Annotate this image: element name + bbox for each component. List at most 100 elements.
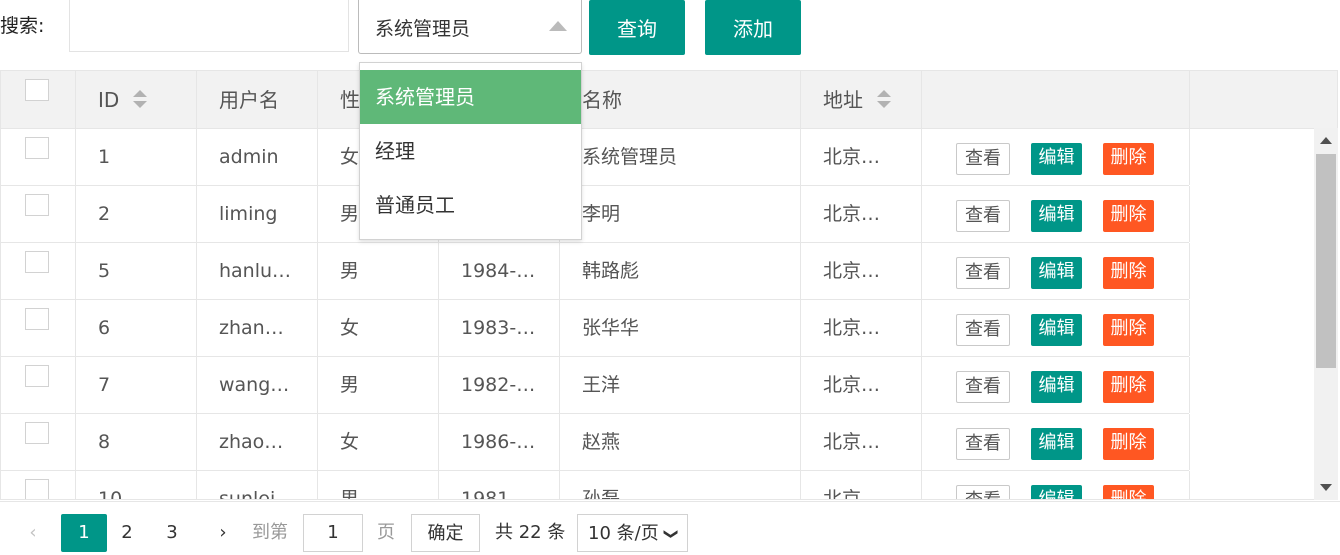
header-address[interactable]: 地址 xyxy=(801,71,922,128)
delete-button[interactable]: 删除 xyxy=(1103,257,1154,289)
cell-role: 孙磊 xyxy=(560,471,801,499)
row-checkbox[interactable] xyxy=(25,422,49,444)
header-username: 用户名 xyxy=(197,71,318,128)
view-button[interactable]: 查看 xyxy=(956,371,1010,403)
cell-id: 1 xyxy=(76,129,197,185)
view-button[interactable]: 查看 xyxy=(956,428,1010,460)
dropdown-option-admin[interactable]: 系统管理员 xyxy=(360,70,581,124)
role-dropdown-menu: 系统管理员 经理 普通员工 xyxy=(359,62,582,240)
view-button[interactable]: 查看 xyxy=(956,143,1010,175)
row-select-cell xyxy=(1,471,76,499)
cell-birth: 1984-… xyxy=(439,243,560,299)
role-select[interactable]: 系统管理员 xyxy=(358,0,582,54)
prev-page-icon[interactable]: ‹ xyxy=(18,514,48,552)
cell-username: liming xyxy=(197,186,318,242)
cell-address: 北京… xyxy=(801,243,922,299)
delete-button[interactable]: 删除 xyxy=(1103,428,1154,460)
cell-id: 6 xyxy=(76,300,197,356)
cell-role: 李明 xyxy=(560,186,801,242)
cell-username: admin xyxy=(197,129,318,185)
edit-button[interactable]: 编辑 xyxy=(1031,200,1082,232)
row-checkbox[interactable] xyxy=(25,137,49,159)
scroll-up-arrow-icon[interactable] xyxy=(1320,137,1332,144)
page-size-value: 10 条/页 xyxy=(588,523,659,544)
row-checkbox[interactable] xyxy=(25,479,49,499)
search-input[interactable] xyxy=(69,0,349,52)
cell-actions: 查看 编辑 删除 xyxy=(922,129,1190,185)
view-button[interactable]: 查看 xyxy=(956,200,1010,232)
scroll-down-arrow-icon[interactable] xyxy=(1320,484,1332,491)
row-checkbox[interactable] xyxy=(25,251,49,273)
cell-id: 10 xyxy=(76,471,197,499)
delete-button[interactable]: 删除 xyxy=(1103,200,1154,232)
page-1-button[interactable]: 1 xyxy=(61,514,107,552)
caret-up-icon xyxy=(549,21,567,31)
cell-birth: 1986-… xyxy=(439,414,560,470)
cell-actions: 查看 编辑 删除 xyxy=(922,186,1190,242)
header-actions xyxy=(922,71,1190,128)
header-spacer xyxy=(1190,71,1337,128)
cell-address: 北京… xyxy=(801,357,922,413)
cell-id: 8 xyxy=(76,414,197,470)
total-count: 共 22 条 xyxy=(495,522,566,543)
scroll-thumb[interactable] xyxy=(1316,154,1336,368)
cell-actions: 查看 编辑 删除 xyxy=(922,414,1190,470)
cell-actions: 查看 编辑 删除 xyxy=(922,357,1190,413)
header-id[interactable]: ID xyxy=(76,71,197,128)
edit-button[interactable]: 编辑 xyxy=(1031,314,1082,346)
table-header: ID 用户名 性 名称 地址 xyxy=(1,71,1337,129)
cell-username: wang… xyxy=(197,357,318,413)
cell-gender: 女 xyxy=(318,300,439,356)
view-button[interactable]: 查看 xyxy=(956,257,1010,289)
delete-button[interactable]: 删除 xyxy=(1103,143,1154,175)
view-button[interactable]: 查看 xyxy=(956,485,1010,499)
search-label: 搜索: xyxy=(0,15,45,37)
page-2-button[interactable]: 2 xyxy=(112,514,142,552)
cell-address: 北京… xyxy=(801,129,922,185)
view-button[interactable]: 查看 xyxy=(956,314,1010,346)
dropdown-option-employee[interactable]: 普通员工 xyxy=(360,178,581,232)
table-row: 6 zhan… 女 1983-… 张华华 北京… 查看 编辑 删除 xyxy=(1,300,1190,357)
cell-username: zhan… xyxy=(197,300,318,356)
row-checkbox[interactable] xyxy=(25,308,49,330)
dropdown-option-manager[interactable]: 经理 xyxy=(360,124,581,178)
sort-icon[interactable] xyxy=(133,89,148,110)
chevron-down-icon: ❯ xyxy=(663,528,680,540)
cell-gender: 男 xyxy=(318,471,439,499)
cell-address: 北京… xyxy=(801,414,922,470)
table-scrollbar[interactable] xyxy=(1314,128,1338,500)
row-checkbox[interactable] xyxy=(25,365,49,387)
cell-username: zhao… xyxy=(197,414,318,470)
cell-id: 5 xyxy=(76,243,197,299)
row-checkbox[interactable] xyxy=(25,194,49,216)
cell-actions: 查看 编辑 删除 xyxy=(922,471,1190,499)
sort-icon[interactable] xyxy=(877,89,891,110)
page-3-button[interactable]: 3 xyxy=(157,514,187,552)
cell-role: 张华华 xyxy=(560,300,801,356)
cell-gender: 男 xyxy=(318,357,439,413)
goto-page-input[interactable] xyxy=(303,514,363,552)
next-page-icon[interactable]: › xyxy=(208,514,238,552)
edit-button[interactable]: 编辑 xyxy=(1031,485,1082,499)
delete-button[interactable]: 删除 xyxy=(1103,371,1154,403)
delete-button[interactable]: 删除 xyxy=(1103,485,1154,499)
edit-button[interactable]: 编辑 xyxy=(1031,257,1082,289)
edit-button[interactable]: 编辑 xyxy=(1031,428,1082,460)
edit-button[interactable]: 编辑 xyxy=(1031,371,1082,403)
cell-id: 2 xyxy=(76,186,197,242)
cell-id: 7 xyxy=(76,357,197,413)
delete-button[interactable]: 删除 xyxy=(1103,314,1154,346)
goto-confirm-button[interactable]: 确定 xyxy=(411,514,480,552)
header-select-all-cell xyxy=(1,71,76,128)
edit-button[interactable]: 编辑 xyxy=(1031,143,1082,175)
cell-role: 系统管理员 xyxy=(560,129,801,185)
cell-gender: 女 xyxy=(318,414,439,470)
table-row: 2 liming 男 李明 北京… 查看 编辑 删除 xyxy=(1,186,1190,243)
header-role: 名称 xyxy=(560,71,801,128)
page-size-select[interactable]: 10 条/页 ❯ xyxy=(577,514,688,552)
table-row: 10 sunlei 男 1981-… 孙磊 北京… 查看 编辑 删除 xyxy=(1,471,1190,499)
cell-actions: 查看 编辑 删除 xyxy=(922,243,1190,299)
add-button[interactable]: 添加 xyxy=(705,0,801,55)
query-button[interactable]: 查询 xyxy=(589,0,685,55)
select-all-checkbox[interactable] xyxy=(25,79,49,101)
